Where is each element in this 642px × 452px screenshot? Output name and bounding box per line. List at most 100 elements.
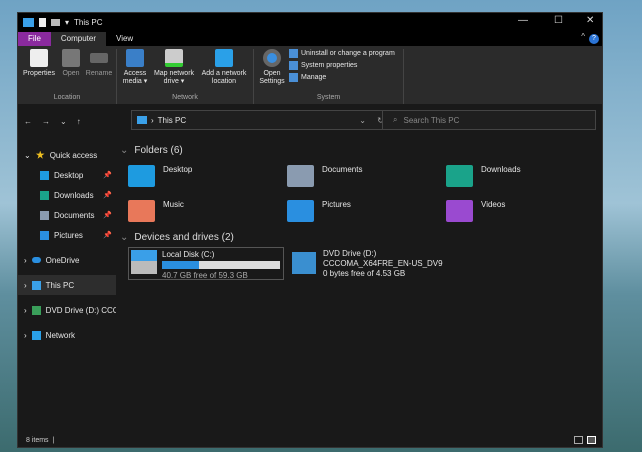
uninstall-program-button[interactable]: Uninstall or change a program [289,49,395,58]
dvd-drive-icon [31,305,41,315]
rename-button[interactable]: Rename [86,49,112,94]
search-icon: ⌕ [393,115,398,124]
search-placeholder: Search This PC [403,115,460,125]
breadcrumb-separator: › [151,115,154,125]
drive-usage-bar [162,261,280,269]
this-pc-icon [23,18,34,27]
maximize-button[interactable]: ☐ [554,15,563,26]
desktop-folder-icon [128,165,155,187]
network-group: Access media ▾ Map network drive ▾ Add a… [117,49,254,104]
manage-icon [289,73,298,82]
folder-qa-icon[interactable] [51,19,60,26]
open-settings-button[interactable]: Open Settings [258,49,286,94]
open-icon [62,49,80,67]
folder-videos[interactable]: Videos [446,200,505,222]
help-icon[interactable]: ? [589,34,599,44]
downloads-icon [40,190,49,200]
tab-computer[interactable]: Computer [50,32,107,46]
sidebar-item-onedrive[interactable]: › OneDrive [18,250,116,270]
star-icon [35,150,45,159]
hard-drive-icon [131,250,157,274]
breadcrumb-this-pc[interactable]: This PC [158,116,186,125]
pictures-folder-icon [287,200,314,222]
drive-free-space: 0 bytes free of 4.53 GB [323,269,406,278]
forward-button[interactable]: → [42,117,50,126]
this-pc-icon [137,116,147,124]
drive-free-space: 40.7 GB free of 59.3 GB [162,271,248,280]
window-title: This PC [74,18,103,27]
file-explorer-window: ▾ This PC — ☐ ✕ File Computer View ^ ? P… [17,12,603,448]
properties-icon [30,49,48,67]
up-button[interactable]: ↑ [77,117,81,126]
folder-pictures[interactable]: Pictures [287,200,351,222]
this-pc-icon [31,280,41,290]
folder-downloads[interactable]: Downloads [446,165,521,187]
drive-dvd-d[interactable]: DVD Drive (D:) CCCOMA_X64FRE_EN-US_DV9 0… [292,249,443,279]
access-media-button[interactable]: Access media ▾ [121,49,149,94]
tab-file[interactable]: File [18,32,51,46]
drive-local-disk-c[interactable]: Local Disk (C:) 40.7 GB free of 59.3 GB [128,247,284,280]
pin-icon: 📌 [103,192,112,199]
rename-icon [90,53,108,63]
pin-icon: 📌 [103,212,112,219]
sidebar-item-pictures[interactable]: Pictures 📌 [18,225,116,245]
drive-name: Local Disk (C:) [162,250,215,259]
folder-documents[interactable]: Documents [287,165,362,187]
close-button[interactable]: ✕ [586,15,594,26]
uninstall-icon [289,49,298,58]
ribbon: Properties Open Rename Location Access m… [18,46,602,104]
customize-chevron-icon[interactable]: ▾ [65,18,69,27]
properties-qa-icon[interactable] [39,18,46,27]
back-button[interactable]: ← [24,117,32,126]
system-group-label: System [316,94,341,101]
folders-section-header[interactable]: ⌄ Folders (6) [120,145,183,156]
title-bar: ▾ This PC — ☐ ✕ [18,13,602,32]
network-icon [31,330,41,340]
sidebar-item-downloads[interactable]: Downloads 📌 [18,185,116,205]
music-folder-icon [128,200,155,222]
recent-locations-chevron-icon[interactable]: ⌄ [60,117,67,126]
documents-folder-icon [287,165,314,187]
system-properties-button[interactable]: System properties [289,61,395,70]
search-box[interactable]: ⌕ Search This PC [382,110,596,130]
collapse-chevron-icon: ⌄ [120,145,129,156]
folder-desktop[interactable]: Desktop [128,165,192,187]
settings-gear-icon [263,49,281,67]
expand-chevron-icon: › [24,255,27,265]
minimize-button[interactable]: — [518,15,528,26]
properties-button[interactable]: Properties [22,49,56,94]
dvd-drive-icon [292,252,316,274]
tab-view[interactable]: View [106,32,143,46]
sidebar-item-network[interactable]: › Network [18,325,116,345]
collapse-ribbon-icon[interactable]: ^ [581,32,589,46]
desktop-icon [40,170,49,180]
sidebar-item-quick-access[interactable]: ⌄ Quick access [18,145,116,165]
sidebar-item-dvd-drive[interactable]: ›DVD Drive (D:) CCCOMA_X64FRE_EN-US_DV9 [18,300,116,320]
expand-chevron-icon: › [24,330,27,340]
location-group-label: Location [53,94,81,101]
location-group: Properties Open Rename Location [18,49,117,104]
manage-button[interactable]: Manage [289,73,395,82]
videos-folder-icon [446,200,473,222]
expand-chevron-icon: ⌄ [24,150,31,160]
collapse-chevron-icon: ⌄ [120,232,129,243]
address-bar[interactable]: › This PC ⌄ ↻ [131,110,393,130]
details-view-icon[interactable] [574,436,583,444]
access-media-icon [126,49,144,67]
map-network-drive-button[interactable]: Map network drive ▾ [152,49,196,94]
add-network-location-button[interactable]: Add a network location [199,49,249,94]
drives-section-header[interactable]: ⌄ Devices and drives (2) [120,232,234,243]
sidebar-item-desktop[interactable]: Desktop 📌 [18,165,116,185]
address-dropdown-icon[interactable]: ⌄ [359,116,366,125]
sidebar-item-documents[interactable]: Documents 📌 [18,205,116,225]
sidebar-item-this-pc[interactable]: › This PC [18,275,116,295]
drive-name: DVD Drive (D:) [323,249,377,258]
open-button[interactable]: Open [59,49,83,94]
folder-music[interactable]: Music [128,200,184,222]
expand-chevron-icon: › [24,280,27,290]
ribbon-tabs: File Computer View ^ ? [18,32,602,46]
item-count: 8 items [26,436,49,444]
large-icons-view-icon[interactable] [587,436,596,444]
drive-volume-label: CCCOMA_X64FRE_EN-US_DV9 [323,259,443,268]
pin-icon: 📌 [103,232,112,239]
